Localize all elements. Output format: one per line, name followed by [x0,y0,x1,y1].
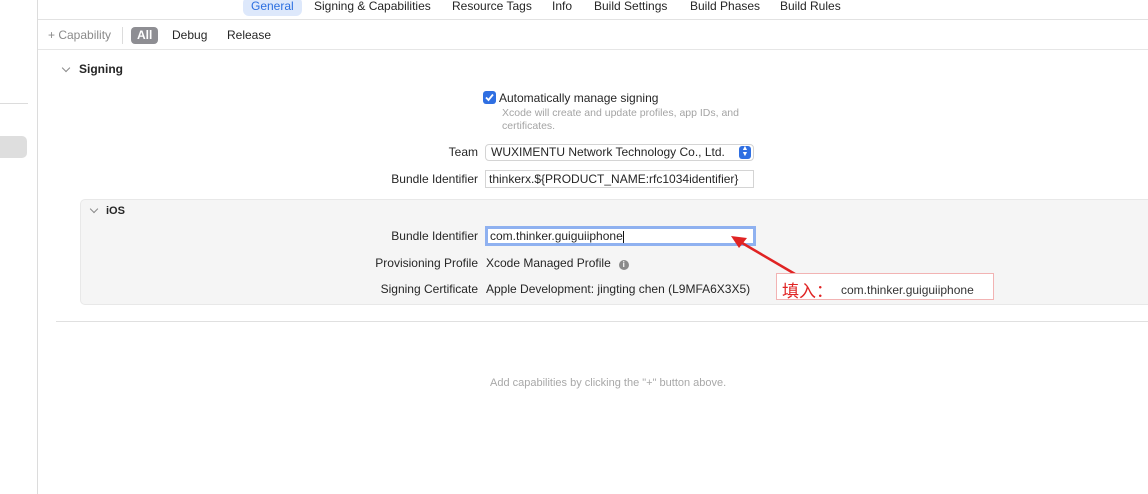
navigator-strip [0,0,38,494]
tab-build-phases[interactable]: Build Phases [690,0,760,16]
signing-section-header[interactable]: Signing [61,62,123,76]
signing-certificate-value: Apple Development: jingting chen (L9MFA6… [486,282,751,296]
team-select[interactable]: WUXIMENTU Network Technology Co., Ltd. ▲… [485,144,754,161]
provisioning-profile-value-row: Xcode Managed Profile i [486,256,629,270]
tab-info[interactable]: Info [552,0,572,16]
ios-bundle-identifier-field[interactable]: com.thinker.guiguiiphone [485,226,756,246]
filter-all-button[interactable]: All [131,27,159,44]
tab-resource-tags[interactable]: Resource Tags [452,0,532,16]
tab-build-rules[interactable]: Build Rules [780,0,841,16]
ios-bundle-identifier-label: Bundle Identifier [391,229,478,243]
annotation-callout: 填入： com.thinker.guiguiiphone [776,273,994,302]
auto-manage-signing-label: Automatically manage signing [499,91,659,105]
capability-filter-bar: + Capability All Debug Release [38,21,1148,50]
tab-signing-capabilities[interactable]: Signing & Capabilities [314,0,431,16]
info-icon[interactable]: i [618,260,629,270]
auto-manage-signing-description: Xcode will create and update profiles, a… [502,107,739,132]
navigator-selected-target[interactable] [0,136,27,158]
popup-stepper-icon: ▲ ▼ [739,145,751,159]
chevron-down-icon [61,63,71,73]
ios-section-header[interactable]: iOS [89,204,125,217]
tab-build-settings[interactable]: Build Settings [594,0,667,16]
team-select-value: WUXIMENTU Network Technology Co., Ltd. [491,145,725,159]
annotation-prefix: 填入： [782,282,833,302]
chevron-down-icon [89,204,99,214]
filter-debug-button[interactable]: Debug [172,27,207,44]
checkmark-icon [485,93,494,102]
section-divider [56,321,1148,322]
signing-section-title: Signing [79,62,123,76]
editor-tab-bar: General Signing & Capabilities Resource … [38,0,1148,20]
empty-capabilities-message: Add capabilities by clicking the "+" but… [490,377,727,389]
tab-general[interactable]: General [243,0,302,16]
add-capability-button[interactable]: + Capability [48,28,111,42]
bundle-identifier-label: Bundle Identifier [391,172,478,186]
text-caret [622,230,624,243]
team-label: Team [448,145,478,159]
ios-bundle-identifier-value: com.thinker.guiguiiphone [490,229,623,243]
navigator-divider [0,103,28,104]
provisioning-profile-label: Provisioning Profile [375,256,478,270]
provisioning-profile-value: Xcode Managed Profile [486,256,611,270]
filter-divider [122,27,123,44]
ios-section-title: iOS [106,205,125,217]
bundle-identifier-field[interactable]: thinkerx.${PRODUCT_NAME:rfc1034identifie… [485,170,754,188]
filter-release-button[interactable]: Release [227,27,271,44]
signing-certificate-label: Signing Certificate [380,282,478,296]
annotation-value: com.thinker.guiguiiphone [841,283,974,297]
auto-manage-signing-checkbox[interactable] [483,91,496,104]
